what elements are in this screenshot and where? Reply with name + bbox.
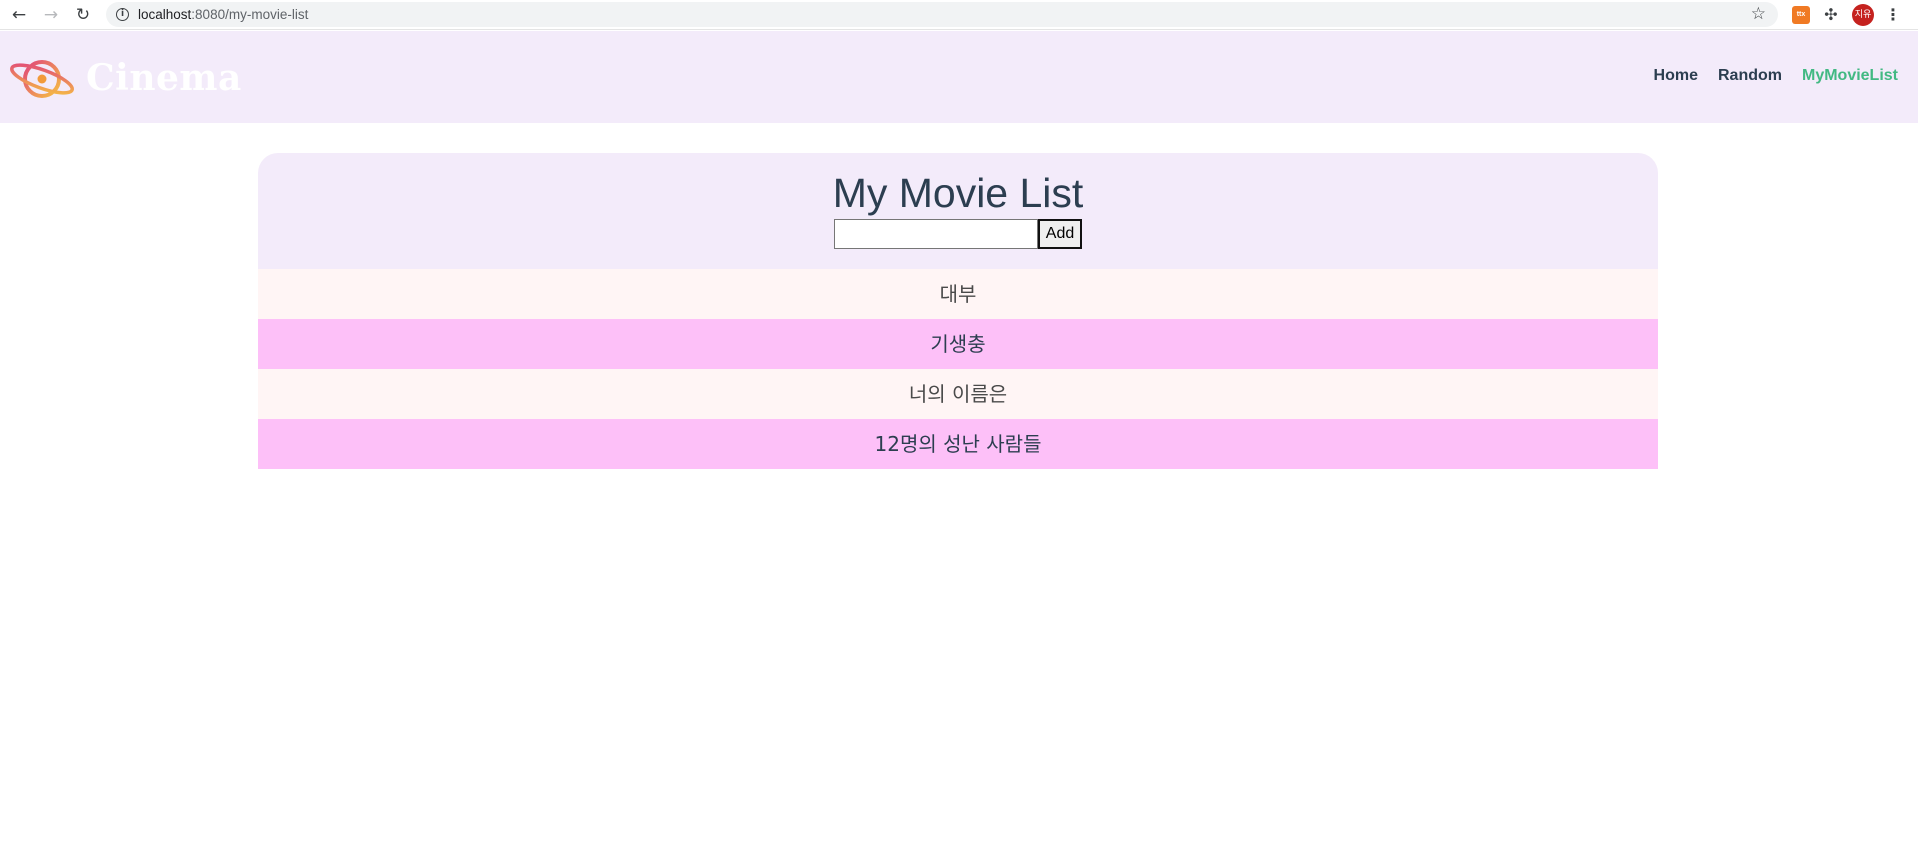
back-icon[interactable]: ← (8, 4, 30, 26)
main-nav: Home Random MyMovieList (1654, 67, 1898, 85)
add-button[interactable]: Add (1037, 219, 1083, 249)
profile-avatar[interactable]: 지유 (1852, 4, 1874, 26)
list-item[interactable]: 너의 이름은 (258, 369, 1658, 419)
page-title: My Movie List (832, 170, 1084, 216)
movie-list-card: My Movie List Add 대부 기생충 너의 이름은 12명의 성난 … (258, 153, 1658, 469)
bookmark-star-icon[interactable]: ☆ (1751, 4, 1766, 24)
url-text: localhost:8080/my-movie-list (138, 7, 309, 22)
nav-home[interactable]: Home (1654, 67, 1698, 85)
reload-icon[interactable]: ↻ (72, 4, 94, 26)
browser-toolbar: ← → ↻ i localhost:8080/my-movie-list ☆ t… (0, 0, 1918, 30)
movie-title-input[interactable] (833, 219, 1038, 249)
list-item[interactable]: 대부 (258, 269, 1658, 319)
forward-icon[interactable]: → (40, 4, 62, 26)
extensions-puzzle-icon[interactable]: ✣ (1822, 6, 1840, 24)
address-bar[interactable]: i localhost:8080/my-movie-list ☆ (106, 2, 1778, 27)
card-header: My Movie List Add (258, 153, 1658, 269)
list-item[interactable]: 12명의 성난 사람들 (258, 419, 1658, 469)
brand-name[interactable]: Cinema (86, 57, 242, 99)
planet-logo-icon[interactable] (8, 53, 76, 101)
site-info-icon[interactable]: i (116, 8, 129, 21)
extension-icon[interactable]: ttx (1792, 6, 1810, 24)
list-item[interactable]: 기생충 (258, 319, 1658, 369)
add-movie-form: Add (258, 219, 1658, 249)
site-header: Cinema Home Random MyMovieList (0, 31, 1918, 123)
movie-list: 대부 기생충 너의 이름은 12명의 성난 사람들 (258, 269, 1658, 469)
nav-my-movie-list[interactable]: MyMovieList (1802, 67, 1898, 85)
browser-menu-icon[interactable]: ⋮ (1884, 6, 1902, 24)
nav-random[interactable]: Random (1718, 67, 1782, 85)
